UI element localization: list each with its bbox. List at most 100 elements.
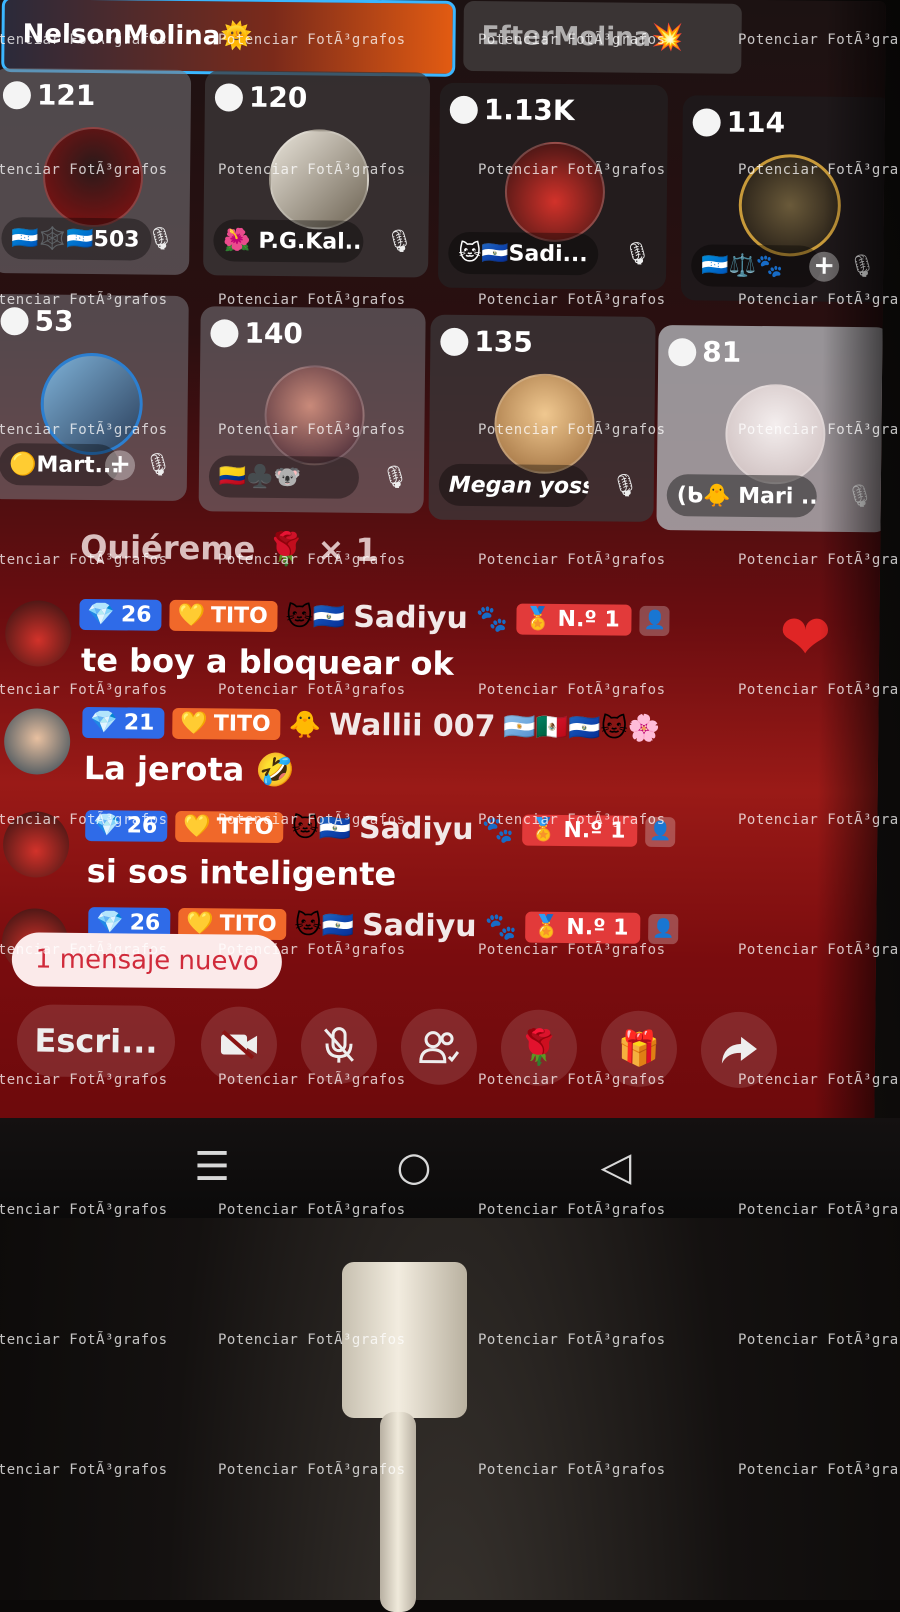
watermark-text: Potenciar FotÃ³grafos (478, 812, 666, 828)
watermark-text: Potenciar FotÃ³grafos (738, 162, 900, 178)
seat-tile[interactable]: 1.13K 🐱🇸🇻Sadi... 🎙 (438, 83, 668, 290)
chat-message: 💎26 💛TITO 🐱🇸🇻 Sadiyu 🐾 🏅N.º 1 👤 te boy a… (0, 596, 748, 604)
home-icon[interactable]: ○ (384, 1144, 444, 1190)
watermark-text: Potenciar FotÃ³grafos (218, 552, 406, 568)
seat-name: Megan yoss... (439, 464, 589, 508)
diamond-icon: 💎 (96, 910, 124, 935)
flags: 🇦🇷🇲🇽🇸🇻🐱🌸 (503, 712, 660, 744)
diamond-icon: 💎 (90, 710, 118, 735)
watermark-text: Potenciar FotÃ³grafos (0, 552, 168, 568)
seat-tile[interactable]: 135 Megan yoss... 🎙 (428, 315, 655, 522)
seat-name: 🌺 P.G.Kal... (213, 219, 363, 263)
follow-icon[interactable]: 👤 (648, 913, 678, 943)
rank-badge: 🏅N.º 1 (516, 604, 632, 636)
avatar (268, 129, 369, 230)
watermark-text: Potenciar FotÃ³grafos (738, 1202, 900, 1218)
chat-message: 💎26 💛TITO 🐱🇸🇻 Sadiyu 🐾 🏅N.º 1 👤 (0, 904, 744, 912)
coin-icon (210, 319, 238, 347)
avatar (4, 708, 71, 775)
usb-cable (380, 1412, 416, 1612)
message-text: si sos inteligente (87, 852, 397, 893)
seat-name: (ᑲ🐥 Mari ... (667, 474, 817, 518)
seat-tile[interactable]: 140 🇨🇴♣️🐨 🎙 (199, 306, 426, 513)
watermark-text: Potenciar FotÃ³grafos (0, 942, 168, 958)
watermark-text: Potenciar FotÃ³grafos (218, 812, 406, 828)
back-icon[interactable]: ◁ (586, 1144, 646, 1190)
seat-count: 120 (215, 80, 308, 114)
add-icon[interactable]: + (105, 450, 135, 480)
watermark-text: Potenciar FotÃ³grafos (738, 1072, 900, 1088)
watermark-text: Potenciar FotÃ³grafos (0, 812, 168, 828)
watermark-text: Potenciar FotÃ³grafos (0, 422, 168, 438)
seat-count: 81 (668, 335, 741, 369)
heart-badge-icon: 💛 (186, 911, 214, 936)
seat-name: 🇨🇴♣️🐨 (209, 455, 359, 499)
watermark-text: Potenciar FotÃ³grafos (218, 162, 406, 178)
seat-name: 🇭🇳⚖️🐾 (691, 244, 821, 287)
watermark-text: Potenciar FotÃ³grafos (218, 682, 406, 698)
watermark-text: Potenciar FotÃ³grafos (0, 682, 168, 698)
watermark-text: Potenciar FotÃ³grafos (738, 552, 900, 568)
watermark-text: Potenciar FotÃ³grafos (478, 682, 666, 698)
watermark-text: Potenciar FotÃ³grafos (218, 1462, 406, 1478)
user-emoji: 🐱🇸🇻 (294, 910, 354, 941)
paw-icon: 🐾 (476, 604, 509, 634)
username[interactable]: Sadiyu (353, 600, 468, 636)
watermark-text: Potenciar FotÃ³grafos (0, 162, 168, 178)
user-emoji: 🐥 (289, 710, 322, 740)
seat-count: 1.13K (450, 93, 575, 127)
medal-icon: 🏅 (533, 915, 561, 940)
watermark-text: Potenciar FotÃ³grafos (738, 812, 900, 828)
seat-name: 🐱🇸🇻Sadi... (448, 232, 598, 276)
watermark-text: Potenciar FotÃ³grafos (478, 1072, 666, 1088)
seat-count: 121 (3, 78, 96, 112)
watermark-text: Potenciar FotÃ³grafos (738, 1332, 900, 1348)
watermark-text: Potenciar FotÃ³grafos (218, 1332, 406, 1348)
watermark-text: Potenciar FotÃ³grafos (478, 1462, 666, 1478)
watermark-text: Potenciar FotÃ³grafos (738, 942, 900, 958)
seat-count: 140 (210, 316, 303, 350)
fan-badge: 💛TITO (169, 600, 278, 632)
username[interactable]: Sadiyu (362, 908, 477, 944)
watermark-text: Potenciar FotÃ³grafos (478, 32, 666, 48)
avatar (504, 141, 605, 242)
mic-off-icon: 🎙 (143, 451, 173, 481)
mic-off-icon: 🎙 (380, 463, 410, 493)
seat-tile[interactable]: 53 🟡Mart... + 🎙 (0, 294, 189, 501)
message-text: te boy a bloquear ok (81, 641, 454, 683)
coin-icon (450, 95, 478, 123)
coin-icon (440, 327, 468, 355)
chat-input[interactable]: Escri... (17, 1004, 176, 1078)
heart-badge-icon: 💛 (180, 711, 208, 736)
watermark-text: Potenciar FotÃ³grafos (218, 422, 406, 438)
chat-message: 💎21 💛TITO 🐥 Wallii 007 🇦🇷🇲🇽🇸🇻🐱🌸 La jerot… (0, 704, 747, 712)
mic-off-icon: 🎙 (145, 225, 175, 255)
watermark-text: Potenciar FotÃ³grafos (218, 1202, 406, 1218)
coin-icon (0, 307, 28, 335)
watermark-text: Potenciar FotÃ³grafos (0, 1332, 168, 1348)
message-text: La jerota 🤣 (84, 749, 296, 789)
follow-icon[interactable]: 👤 (640, 605, 670, 635)
users-icon[interactable] (401, 1008, 478, 1085)
coin-icon (215, 83, 243, 111)
watermark-text: Potenciar FotÃ³grafos (738, 292, 900, 308)
seat-count: 114 (693, 105, 786, 139)
watermark-text: Potenciar FotÃ³grafos (738, 682, 900, 698)
coin-icon (693, 108, 721, 136)
mic-off-icon: 🎙 (622, 240, 652, 270)
mic-off-icon: 🎙 (610, 471, 640, 501)
watermark-text: Potenciar FotÃ³grafos (0, 1462, 168, 1478)
new-message-pill[interactable]: 1 mensaje nuevo (12, 932, 283, 989)
watermark-text: Potenciar FotÃ³grafos (0, 32, 168, 48)
diamond-icon: 💎 (87, 602, 115, 627)
heart-badge-icon: 💛 (177, 603, 205, 628)
menu-icon[interactable]: ☰ (182, 1144, 242, 1190)
level-badge: 💎21 (82, 707, 164, 739)
watermark-text: Potenciar FotÃ³grafos (478, 1202, 666, 1218)
username[interactable]: Wallii 007 (329, 708, 496, 745)
watermark-text: Potenciar FotÃ³grafos (0, 1202, 168, 1218)
rank-badge: 🏅N.º 1 (525, 912, 641, 944)
watermark-text: Potenciar FotÃ³grafos (738, 422, 900, 438)
watermark-text: Potenciar FotÃ³grafos (218, 32, 406, 48)
mic-off-icon: 🎙 (384, 227, 414, 257)
